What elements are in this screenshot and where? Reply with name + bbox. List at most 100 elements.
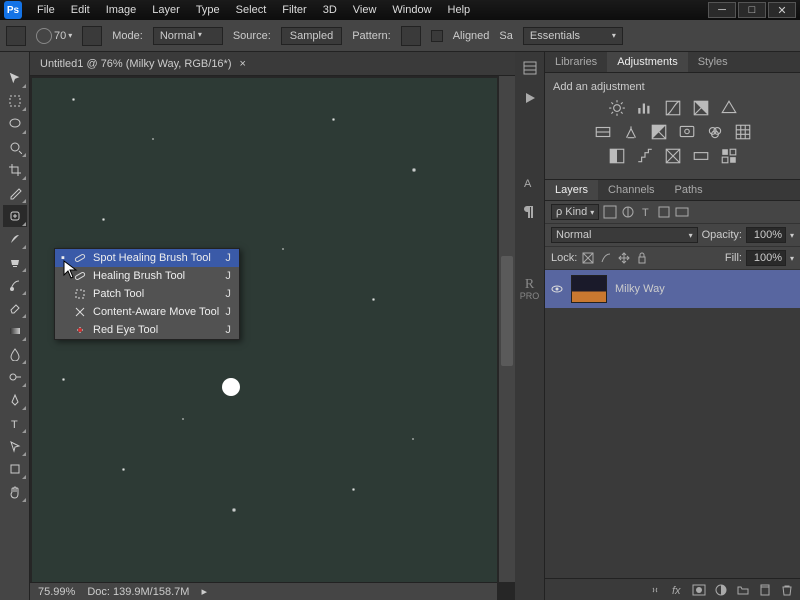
flyout-red-eye[interactable]: Red Eye Tool J xyxy=(55,321,239,339)
delete-layer-icon[interactable] xyxy=(780,583,794,597)
selective-color-icon[interactable] xyxy=(720,147,738,165)
brush-size-caret-icon[interactable]: ▾ xyxy=(68,31,72,40)
eyedropper-tool[interactable] xyxy=(3,182,27,204)
lock-image-icon[interactable] xyxy=(599,251,613,265)
curves-icon[interactable] xyxy=(664,99,682,117)
flyout-spot-healing[interactable]: ▪ Spot Healing Brush Tool J xyxy=(55,249,239,267)
brush-tool[interactable] xyxy=(3,228,27,250)
clone-stamp-tool[interactable] xyxy=(3,251,27,273)
opacity-caret-icon[interactable]: ▾ xyxy=(790,231,794,240)
threshold-icon[interactable] xyxy=(664,147,682,165)
hue-icon[interactable] xyxy=(594,123,612,141)
layer-name[interactable]: Milky Way xyxy=(615,283,665,295)
path-select-tool[interactable] xyxy=(3,435,27,457)
minimize-button[interactable]: ─ xyxy=(708,2,736,18)
dodge-tool[interactable] xyxy=(3,366,27,388)
document-tab-close[interactable]: × xyxy=(240,58,246,70)
workspace-select[interactable]: Essentials▾ xyxy=(523,27,623,45)
filter-type-icon[interactable]: T xyxy=(639,205,653,219)
menu-layer[interactable]: Layer xyxy=(145,2,187,18)
invert-icon[interactable] xyxy=(608,147,626,165)
bw-icon[interactable] xyxy=(650,123,668,141)
sampled-button[interactable]: Sampled xyxy=(281,27,342,45)
pen-tool[interactable] xyxy=(3,389,27,411)
tab-adjustments[interactable]: Adjustments xyxy=(607,52,688,72)
lasso-tool[interactable] xyxy=(3,113,27,135)
filter-smart-icon[interactable] xyxy=(675,205,689,219)
lock-all-icon[interactable] xyxy=(635,251,649,265)
healing-brush-tool[interactable] xyxy=(3,205,27,227)
lock-position-icon[interactable] xyxy=(617,251,631,265)
tab-libraries[interactable]: Libraries xyxy=(545,52,607,72)
history-brush-tool[interactable] xyxy=(3,274,27,296)
layer-filter-kind[interactable]: ρ Kind ▾ xyxy=(551,204,599,220)
posterize-icon[interactable] xyxy=(636,147,654,165)
blend-mode-select[interactable]: Normal▾ xyxy=(551,227,698,243)
layer-mask-icon[interactable] xyxy=(692,583,706,597)
tool-preset-icon[interactable] xyxy=(6,26,26,46)
menu-file[interactable]: File xyxy=(30,2,62,18)
flyout-healing-brush[interactable]: Healing Brush Tool J xyxy=(55,267,239,285)
opacity-input[interactable]: 100% xyxy=(746,227,786,243)
crop-tool[interactable] xyxy=(3,159,27,181)
menu-type[interactable]: Type xyxy=(189,2,227,18)
rpro-icon[interactable]: RPRO xyxy=(520,278,540,301)
menu-filter[interactable]: Filter xyxy=(275,2,313,18)
photo-filter-icon[interactable] xyxy=(678,123,696,141)
move-tool[interactable] xyxy=(3,67,27,89)
lock-transparency-icon[interactable] xyxy=(581,251,595,265)
eraser-tool[interactable] xyxy=(3,297,27,319)
fill-caret-icon[interactable]: ▾ xyxy=(790,254,794,263)
tab-channels[interactable]: Channels xyxy=(598,180,664,200)
menu-window[interactable]: Window xyxy=(385,2,438,18)
gradient-tool[interactable] xyxy=(3,320,27,342)
paragraph-icon[interactable] xyxy=(522,204,538,220)
gradient-map-icon[interactable] xyxy=(692,147,710,165)
vertical-scrollbar[interactable] xyxy=(499,76,515,582)
filter-shape-icon[interactable] xyxy=(657,205,671,219)
fill-input[interactable]: 100% xyxy=(746,250,786,266)
pattern-swatch[interactable] xyxy=(401,26,421,46)
doc-info-caret-icon[interactable]: ▸ xyxy=(201,585,207,598)
exposure-icon[interactable] xyxy=(692,99,710,117)
zoom-level[interactable]: 75.99% xyxy=(38,586,75,598)
adjustment-layer-icon[interactable] xyxy=(714,583,728,597)
layer-row[interactable]: Milky Way xyxy=(545,270,800,308)
brightness-icon[interactable] xyxy=(608,99,626,117)
menu-select[interactable]: Select xyxy=(229,2,274,18)
hand-tool[interactable] xyxy=(3,481,27,503)
close-button[interactable]: ✕ xyxy=(768,2,796,18)
history-icon[interactable] xyxy=(522,60,538,76)
tab-styles[interactable]: Styles xyxy=(688,52,738,72)
color-lookup-icon[interactable] xyxy=(734,123,752,141)
menu-edit[interactable]: Edit xyxy=(64,2,97,18)
channel-mixer-icon[interactable] xyxy=(706,123,724,141)
marquee-tool[interactable] xyxy=(3,90,27,112)
aligned-checkbox[interactable] xyxy=(431,30,443,42)
play-icon[interactable] xyxy=(522,90,538,106)
color-balance-icon[interactable] xyxy=(622,123,640,141)
mode-select[interactable]: Normal▾ xyxy=(153,27,223,45)
quick-select-tool[interactable] xyxy=(3,136,27,158)
flyout-content-aware-move[interactable]: Content-Aware Move Tool J xyxy=(55,303,239,321)
group-icon[interactable] xyxy=(736,583,750,597)
menu-3d[interactable]: 3D xyxy=(316,2,344,18)
menu-help[interactable]: Help xyxy=(441,2,478,18)
levels-icon[interactable] xyxy=(636,99,654,117)
layer-style-icon[interactable]: fx xyxy=(670,583,684,597)
maximize-button[interactable]: □ xyxy=(738,2,766,18)
vibrance-icon[interactable] xyxy=(720,99,738,117)
flyout-patch[interactable]: Patch Tool J xyxy=(55,285,239,303)
filter-image-icon[interactable] xyxy=(603,205,617,219)
brush-panel-icon[interactable] xyxy=(82,26,102,46)
document-tab-title[interactable]: Untitled1 @ 76% (Milky Way, RGB/16*) xyxy=(40,58,232,70)
new-layer-icon[interactable] xyxy=(758,583,772,597)
menu-image[interactable]: Image xyxy=(99,2,144,18)
brush-size[interactable]: 70 xyxy=(54,30,66,42)
tab-layers[interactable]: Layers xyxy=(545,180,598,200)
filter-adjust-icon[interactable] xyxy=(621,205,635,219)
type-tool[interactable]: T xyxy=(3,412,27,434)
shape-tool[interactable] xyxy=(3,458,27,480)
blur-tool[interactable] xyxy=(3,343,27,365)
menu-view[interactable]: View xyxy=(346,2,384,18)
